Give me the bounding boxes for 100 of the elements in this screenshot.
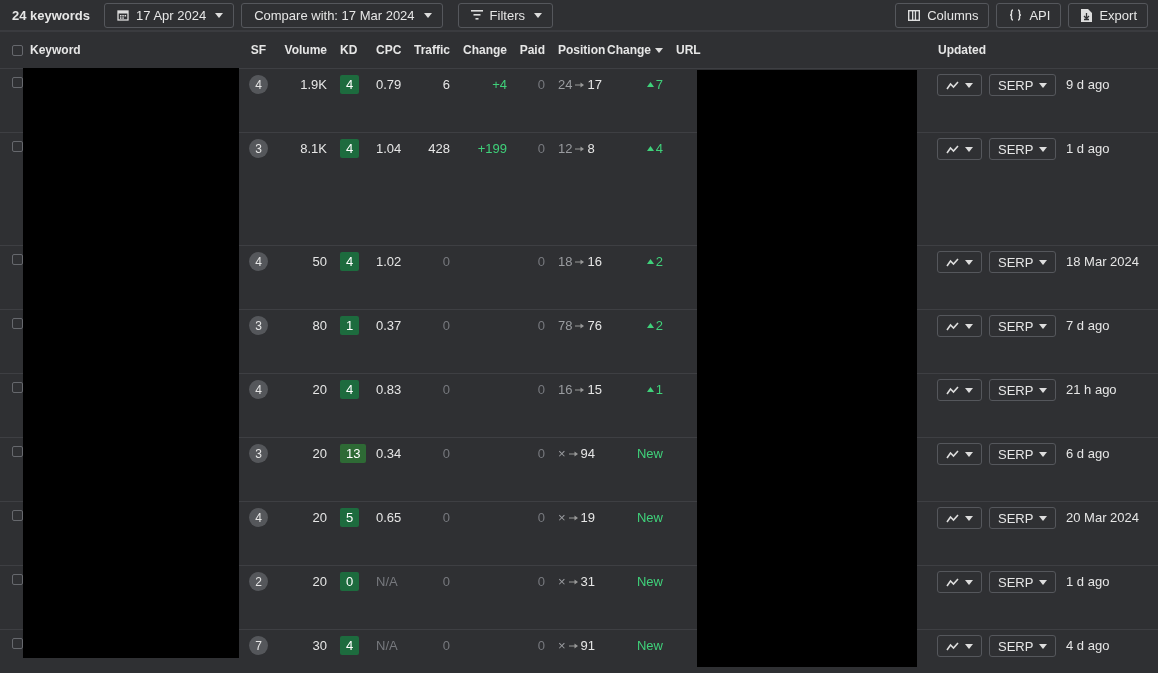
columns-button[interactable]: Columns <box>895 2 990 28</box>
caret-icon <box>965 259 973 265</box>
caret-icon <box>1039 579 1048 585</box>
serp-dropdown[interactable]: SERP <box>989 443 1057 465</box>
chart-dropdown[interactable] <box>937 74 982 96</box>
previous-position: × <box>558 446 566 461</box>
trend-line-icon <box>946 385 959 395</box>
caret-icon <box>1039 515 1048 521</box>
position-change: 7 <box>655 77 663 92</box>
serp-dropdown[interactable]: SERP <box>989 635 1057 657</box>
traffic-value: 0 <box>442 446 450 461</box>
cpc-value: 1.02 <box>376 254 402 269</box>
caret-icon <box>1039 643 1048 649</box>
column-header[interactable]: CPC <box>376 43 402 57</box>
caret-icon <box>1039 323 1048 329</box>
cpc-value: 0.79 <box>376 77 402 92</box>
updated-time: 1 d ago <box>1066 574 1110 589</box>
caret-icon <box>965 451 973 457</box>
column-header[interactable]: Traffic <box>414 43 450 57</box>
current-position: 76 <box>587 318 602 333</box>
serp-features-count: 3 <box>249 444 268 463</box>
caret-icon <box>965 387 973 393</box>
compare-dropdown[interactable]: Compare with: 17 Mar 2024 <box>241 2 443 28</box>
volume-value: 8.1K <box>300 141 327 156</box>
trend-line-icon <box>946 257 959 267</box>
caret-icon <box>965 82 973 88</box>
serp-dropdown[interactable]: SERP <box>989 315 1057 337</box>
chart-dropdown[interactable] <box>937 507 982 529</box>
chart-dropdown[interactable] <box>937 635 982 657</box>
traffic-value: 0 <box>442 638 450 653</box>
serp-dropdown[interactable]: SERP <box>989 251 1057 273</box>
caret-icon <box>1039 451 1048 457</box>
chart-dropdown[interactable] <box>937 571 982 593</box>
column-header[interactable]: Change <box>463 43 507 57</box>
filters-button[interactable]: Filters <box>457 2 553 28</box>
select-all-checkbox[interactable] <box>12 44 23 56</box>
serp-features-count: 4 <box>249 380 268 399</box>
trend-line-icon <box>946 577 959 587</box>
chart-dropdown[interactable] <box>937 443 982 465</box>
previous-position: 78 <box>558 318 573 333</box>
updated-time: 1 d ago <box>1066 141 1110 156</box>
export-button[interactable]: Export <box>1068 2 1148 28</box>
difficulty-badge: 4 <box>340 139 360 158</box>
column-header[interactable]: Change <box>607 43 663 57</box>
current-position: 16 <box>587 254 602 269</box>
column-header[interactable]: KD <box>340 43 358 57</box>
columns-icon <box>908 9 921 21</box>
column-header[interactable]: Updated <box>938 43 986 57</box>
serp-dropdown[interactable]: SERP <box>989 379 1057 401</box>
difficulty-badge: 4 <box>340 252 360 271</box>
current-position: 91 <box>580 638 596 653</box>
traffic-value: 428 <box>428 141 450 156</box>
current-position: 31 <box>580 574 596 589</box>
trend-line-icon <box>946 641 959 651</box>
serp-dropdown[interactable]: SERP <box>989 507 1057 529</box>
serp-dropdown[interactable]: SERP <box>989 74 1057 96</box>
chart-dropdown[interactable] <box>937 379 982 401</box>
chart-dropdown[interactable] <box>937 315 982 337</box>
chart-dropdown[interactable] <box>937 251 982 273</box>
updated-time: 7 d ago <box>1066 318 1110 333</box>
previous-position: 18 <box>558 254 573 269</box>
caret-icon <box>1039 259 1048 265</box>
caret-icon <box>1039 146 1048 152</box>
arrow-icon <box>575 387 585 393</box>
current-position: 19 <box>580 510 596 525</box>
api-button[interactable]: API <box>996 2 1062 28</box>
traffic-change: +199 <box>477 141 507 156</box>
volume-value: 20 <box>312 382 327 397</box>
date-dropdown[interactable]: 17 Apr 2024 <box>104 2 235 28</box>
current-position: 94 <box>580 446 596 461</box>
serp-dropdown[interactable]: SERP <box>989 571 1057 593</box>
traffic-value: 0 <box>442 254 450 269</box>
column-header[interactable]: Keyword <box>30 43 81 57</box>
braces-icon <box>1009 9 1023 21</box>
chart-dropdown[interactable] <box>937 138 982 160</box>
serp-features-count: 4 <box>249 252 268 271</box>
trend-line-icon <box>946 321 959 331</box>
filter-icon <box>470 10 483 20</box>
column-header[interactable]: Paid <box>519 43 545 57</box>
arrow-icon <box>568 451 578 457</box>
serp-dropdown[interactable]: SERP <box>989 138 1057 160</box>
caret-icon <box>215 12 224 18</box>
volume-value: 20 <box>312 446 327 461</box>
caret-icon <box>965 579 973 585</box>
column-header[interactable]: Volume <box>284 43 327 57</box>
serp-features-count: 7 <box>249 636 268 655</box>
column-header[interactable]: SF <box>250 43 267 57</box>
paid-traffic-value: 0 <box>537 446 545 461</box>
keyword-count: 24 keywords <box>12 7 91 23</box>
arrow-icon <box>568 643 578 649</box>
paid-traffic-value: 0 <box>537 574 545 589</box>
difficulty-badge: 1 <box>340 316 360 335</box>
column-header[interactable]: URL <box>676 43 701 57</box>
paid-traffic-value: 0 <box>537 318 545 333</box>
paid-traffic-value: 0 <box>537 382 545 397</box>
column-header[interactable]: Position <box>558 43 606 57</box>
caret-icon <box>423 12 432 18</box>
previous-position: 24 <box>558 77 573 92</box>
traffic-value: 0 <box>442 318 450 333</box>
traffic-value: 0 <box>442 574 450 589</box>
